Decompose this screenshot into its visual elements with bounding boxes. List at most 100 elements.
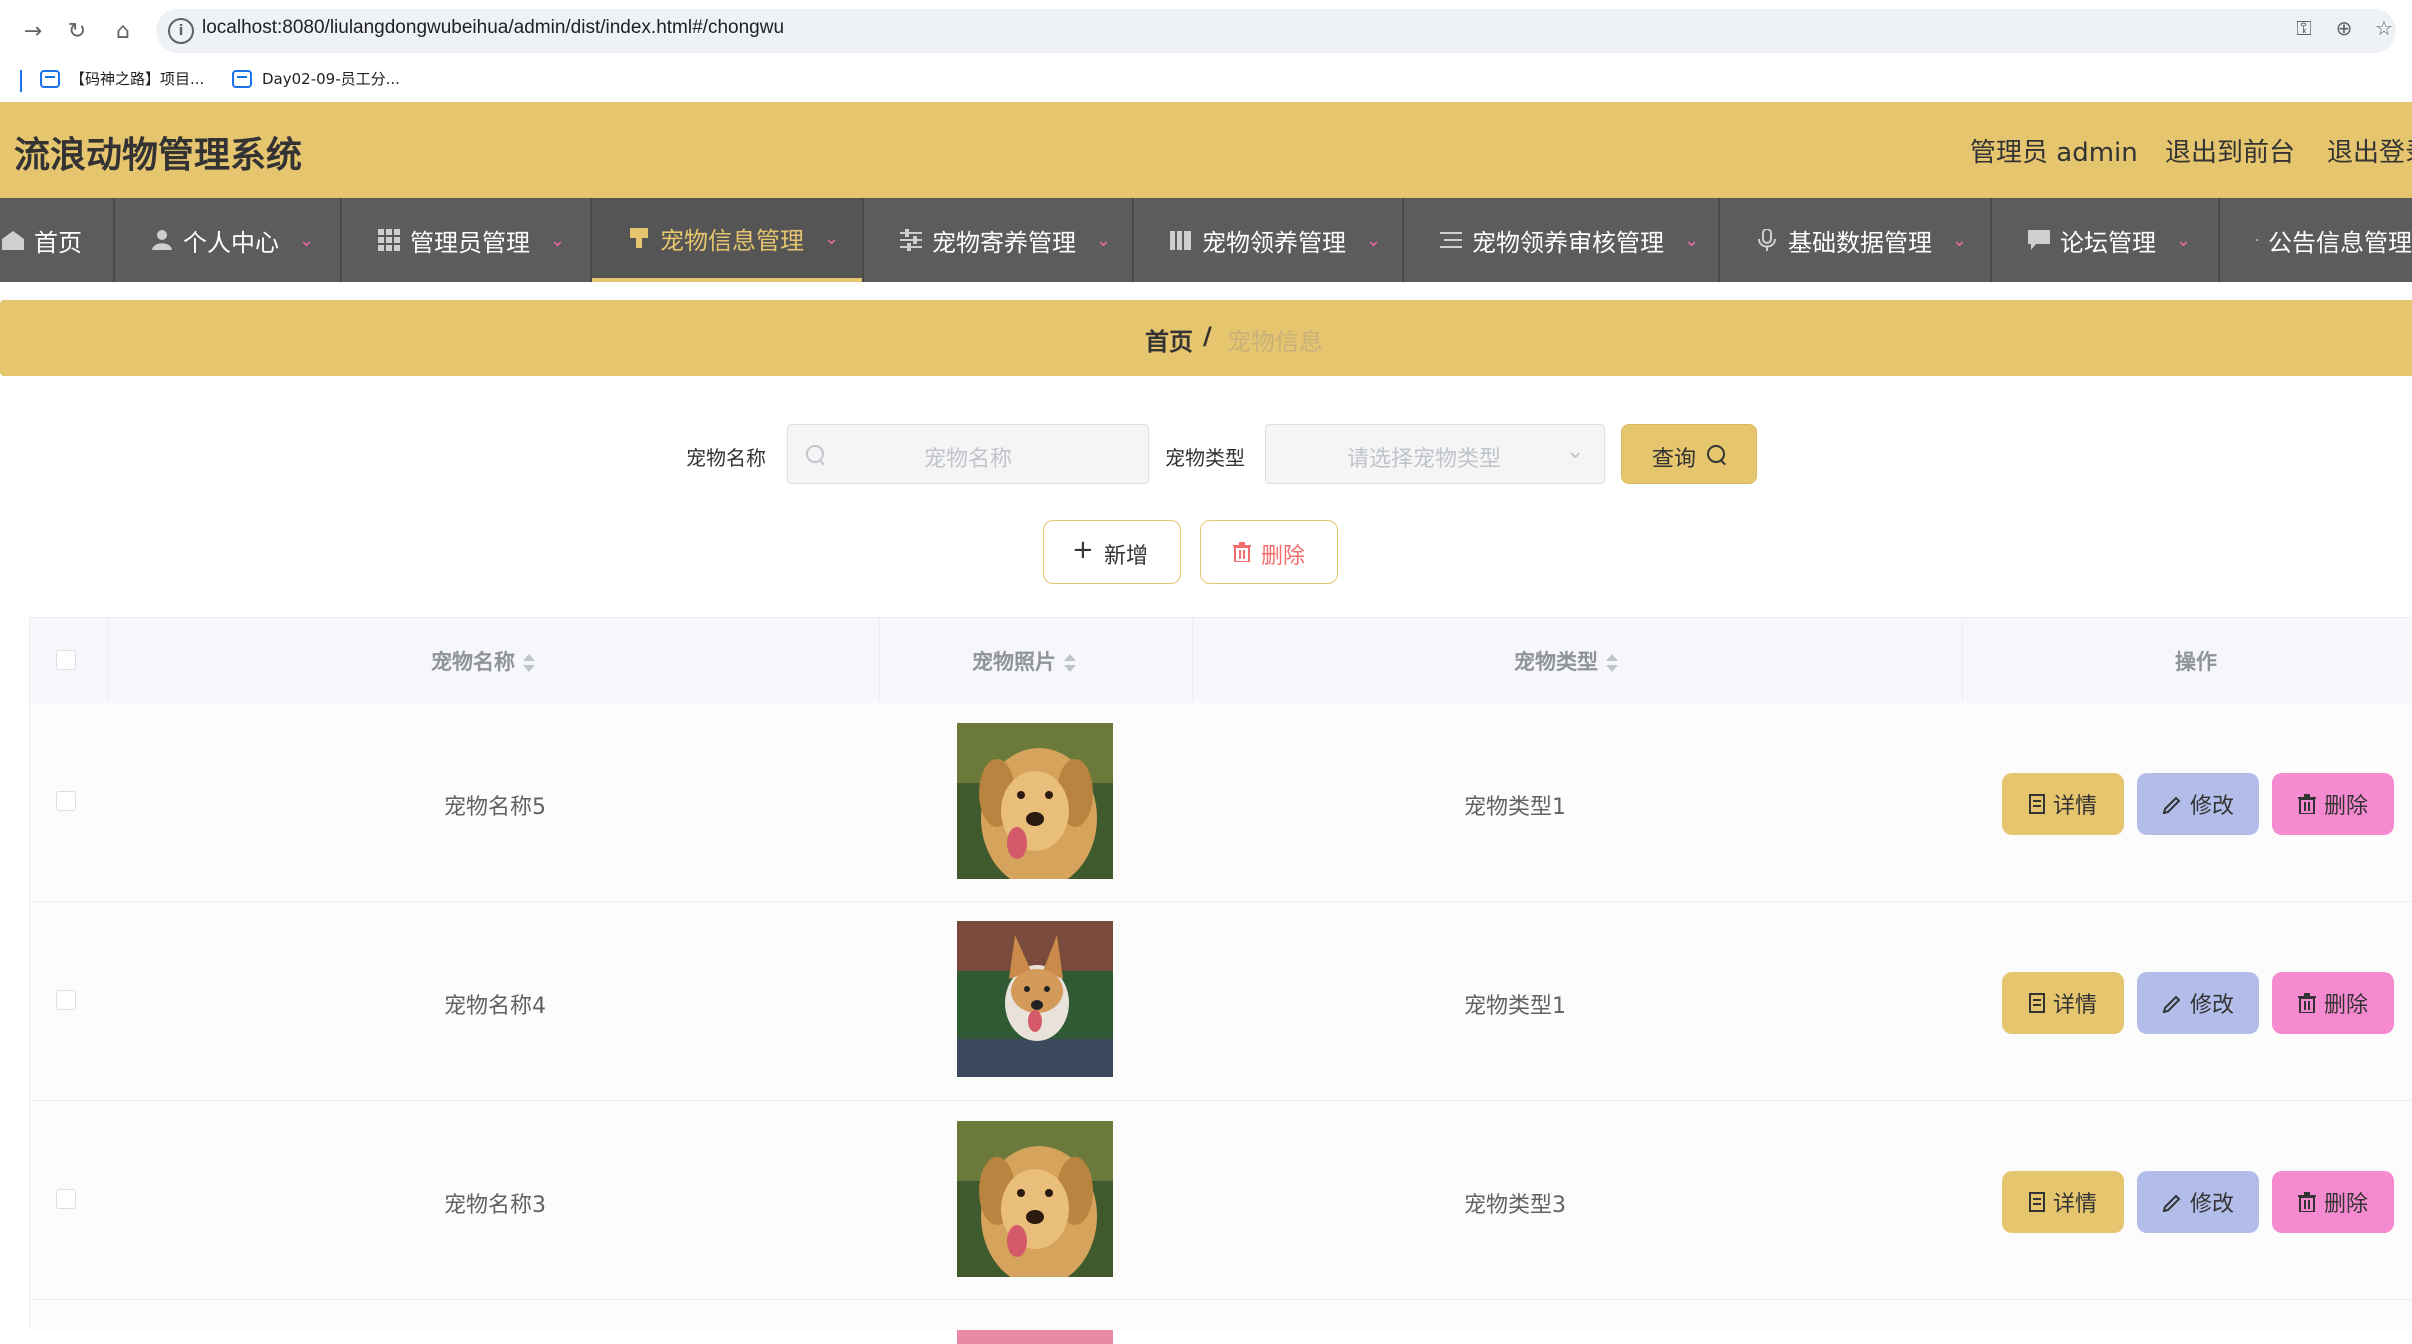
breadcrumb-home[interactable]: 首页 xyxy=(1145,322,1193,357)
pet-name-cell: 宠物名称3 xyxy=(444,1187,546,1219)
nav-item-basedata[interactable]: 基础数据管理 ⌄ xyxy=(1720,198,1990,282)
bilibili-icon xyxy=(232,70,252,88)
mic-icon xyxy=(1756,229,1778,251)
delete-button[interactable]: 删除 xyxy=(2272,773,2394,835)
table-row: 宠物名称4 宠物类型1 详情 修改 xyxy=(30,902,2412,1101)
sort-icon[interactable] xyxy=(1606,653,1616,673)
nav-item-profile[interactable]: 个人中心 ⌄ xyxy=(115,198,340,282)
pet-photo-partial xyxy=(957,1330,1113,1344)
breadcrumb: 首页 / 宠物信息 xyxy=(0,300,2412,376)
bookmark-item[interactable]: Day02-09-员工分... xyxy=(232,68,400,89)
plus-icon: + xyxy=(1072,535,1094,565)
pet-photo[interactable] xyxy=(957,921,1113,1077)
row-checkbox[interactable] xyxy=(56,791,76,811)
nav-label: 论坛管理 xyxy=(2060,223,2156,258)
edit-icon xyxy=(2162,993,2182,1013)
column-header-type[interactable]: 宠物类型 xyxy=(1514,646,1616,676)
query-button[interactable]: 查询 xyxy=(1621,424,1757,484)
edit-button[interactable]: 修改 xyxy=(2137,1171,2259,1233)
nav-item-admin[interactable]: 管理员管理 ⌄ xyxy=(342,198,590,282)
star-icon[interactable]: ☆ xyxy=(2370,16,2398,44)
chevron-down-icon: ⌄ xyxy=(2176,230,2191,251)
books-icon xyxy=(1170,229,1192,251)
breadcrumb-current: 宠物信息 xyxy=(1227,322,1323,357)
browser-toolbar: → ↻ ⌂ i localhost:8080/liulangdongwubeih… xyxy=(0,0,2412,60)
detail-label: 详情 xyxy=(2053,788,2097,820)
detail-button[interactable]: 详情 xyxy=(2002,1171,2124,1233)
bookmark-item[interactable]: 【码神之路】项目... xyxy=(40,68,204,89)
nav-label: 宠物领养管理 xyxy=(1202,223,1346,258)
url-text[interactable]: localhost:8080/liulangdongwubeihua/admin… xyxy=(202,17,784,39)
chevron-down-icon: ⌄ xyxy=(1952,230,1967,251)
document-icon xyxy=(2029,794,2045,814)
table-header: 宠物名称 宠物照片 宠物类型 操作 xyxy=(30,617,2412,704)
batch-delete-button[interactable]: 删除 xyxy=(1200,520,1338,584)
golden-retriever-image xyxy=(957,723,1113,879)
search-icon xyxy=(806,445,824,463)
key-icon[interactable]: ⚿ xyxy=(2290,16,2318,44)
main-nav: 首页 个人中心 ⌄ 管理员管理 ⌄ 宠物信息管理 ⌄ 宠物寄养管理 ⌄ 宠物领养… xyxy=(0,198,2412,282)
detail-button[interactable]: 详情 xyxy=(2002,972,2124,1034)
zoom-icon[interactable]: ⊕ xyxy=(2330,16,2358,44)
row-checkbox[interactable] xyxy=(56,1189,76,1209)
pet-type-cell: 宠物类型1 xyxy=(1464,988,1566,1020)
nav-label: 宠物信息管理 xyxy=(660,221,804,256)
exit-to-front-link[interactable]: 退出到前台 xyxy=(2165,132,2295,169)
chevron-down-icon: ⌄ xyxy=(550,230,565,251)
pet-name-input[interactable]: 宠物名称 xyxy=(787,424,1149,484)
trash-icon xyxy=(1233,542,1251,562)
site-info-icon[interactable]: i xyxy=(168,18,194,44)
column-header-photo[interactable]: 宠物照片 xyxy=(972,646,1074,676)
pet-type-cell: 宠物类型3 xyxy=(1464,1187,1566,1219)
edit-label: 修改 xyxy=(2190,788,2234,820)
edit-button[interactable]: 修改 xyxy=(2137,972,2259,1034)
add-button[interactable]: + 新增 xyxy=(1043,520,1181,584)
nav-item-adopt-review[interactable]: 宠物领养审核管理 ⌄ xyxy=(1404,198,1718,282)
select-all-checkbox[interactable] xyxy=(56,650,76,670)
delete-button[interactable]: 删除 xyxy=(2272,972,2394,1034)
pet-name-placeholder: 宠物名称 xyxy=(924,441,1012,473)
pet-name-cell: 宠物名称5 xyxy=(444,789,546,821)
home-icon xyxy=(2,229,24,251)
nav-item-forum[interactable]: 论坛管理 ⌄ xyxy=(1992,198,2218,282)
nav-item-foster[interactable]: 宠物寄养管理 ⌄ xyxy=(864,198,1132,282)
edit-label: 修改 xyxy=(2190,1186,2234,1218)
nav-item-notice[interactable]: 公告信息管理 xyxy=(2220,198,2412,282)
pet-name-label: 宠物名称 xyxy=(686,442,766,471)
golden-retriever-image xyxy=(957,1121,1113,1277)
home-browser-icon[interactable]: ⌂ xyxy=(106,14,140,48)
column-header-label: 宠物照片 xyxy=(972,650,1056,674)
edit-button[interactable]: 修改 xyxy=(2137,773,2259,835)
pet-name-cell: 宠物名称4 xyxy=(444,988,546,1020)
delete-label: 删除 xyxy=(2324,1186,2368,1218)
corgi-image xyxy=(957,921,1113,1077)
pet-photo[interactable] xyxy=(957,723,1113,879)
sort-icon[interactable] xyxy=(523,653,533,673)
sort-icon[interactable] xyxy=(1064,653,1074,673)
nav-item-adopt[interactable]: 宠物领养管理 ⌄ xyxy=(1134,198,1402,282)
app-header: 流浪动物管理系统 管理员 admin 退出到前台 退出登录 xyxy=(0,102,2412,198)
document-icon xyxy=(2029,1192,2045,1212)
column-header-name[interactable]: 宠物名称 xyxy=(431,646,533,676)
pet-photo[interactable] xyxy=(957,1121,1113,1277)
breadcrumb-separator: / xyxy=(1203,322,1212,350)
reload-icon[interactable]: ↻ xyxy=(60,14,94,48)
search-icon xyxy=(1707,445,1725,463)
clipboard-icon xyxy=(2256,229,2258,251)
delete-button[interactable]: 删除 xyxy=(2272,1171,2394,1233)
detail-button[interactable]: 详情 xyxy=(2002,773,2124,835)
chat-icon xyxy=(2028,229,2050,251)
edit-icon xyxy=(2162,1192,2182,1212)
sliders-icon xyxy=(900,229,922,251)
forward-icon[interactable]: → xyxy=(16,14,50,48)
logout-link[interactable]: 退出登录 xyxy=(2327,132,2412,169)
table-row xyxy=(30,1300,2412,1330)
edit-label: 修改 xyxy=(2190,987,2234,1019)
pet-type-placeholder: 请选择宠物类型 xyxy=(1347,441,1501,473)
column-header-label: 宠物名称 xyxy=(431,650,515,674)
bookmarks-bar: 【码神之路】项目... Day02-09-员工分... xyxy=(0,60,2412,102)
nav-item-pet-info[interactable]: 宠物信息管理 ⌄ xyxy=(592,198,862,282)
nav-item-home[interactable]: 首页 xyxy=(0,198,113,282)
pet-type-select[interactable]: 请选择宠物类型 ⌄ xyxy=(1265,424,1605,484)
row-checkbox[interactable] xyxy=(56,990,76,1010)
